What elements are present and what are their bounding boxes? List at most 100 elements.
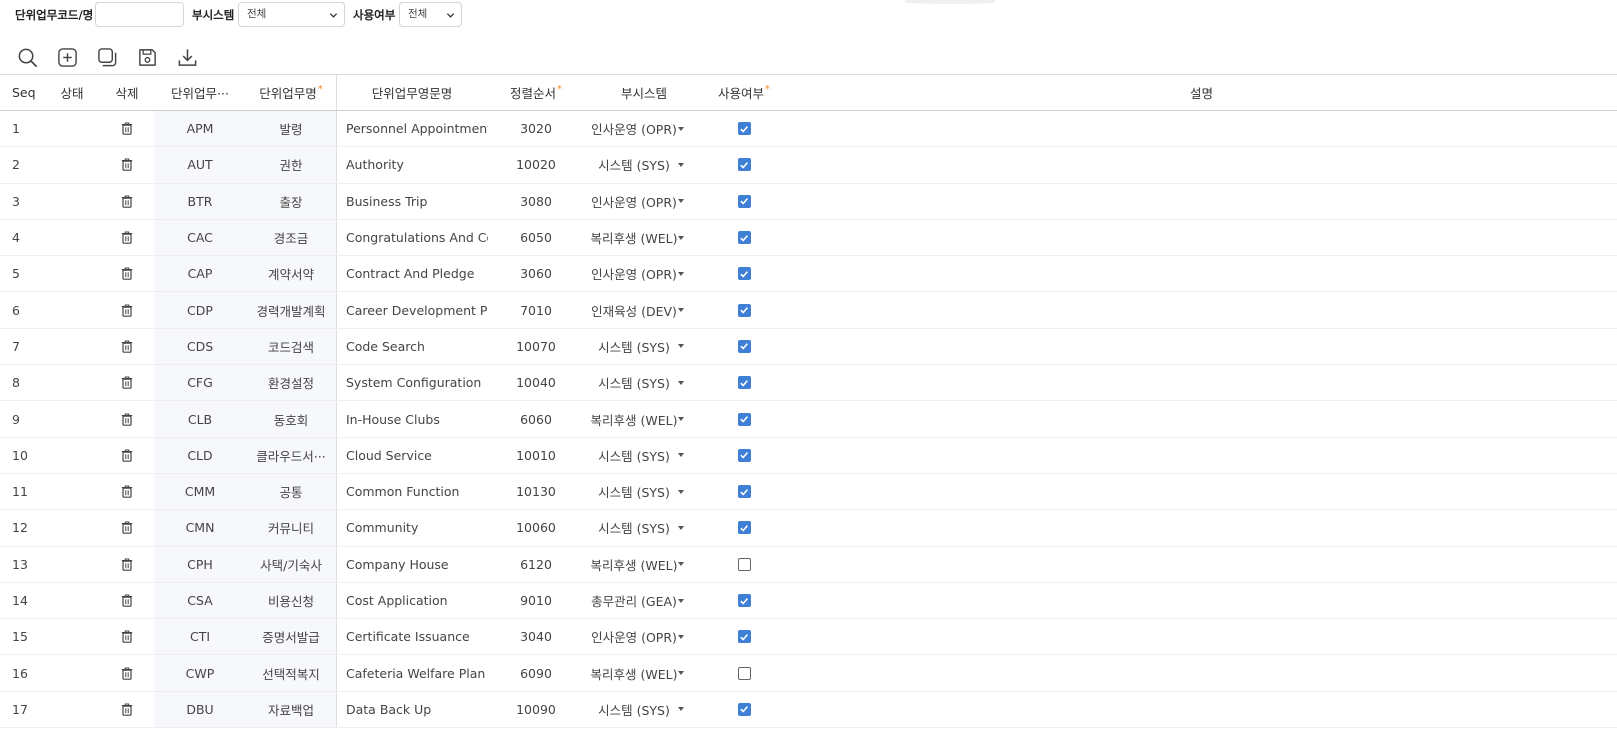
table-row[interactable]: 1 APM 발령 Personnel Appointments 3020 인사운영 (OP…	[0, 111, 1617, 148]
use-checkbox[interactable]	[718, 510, 770, 545]
cell-eng-name[interactable]: Data Back Up	[336, 692, 488, 727]
table-row[interactable]: 3 BTR 출장 Business Trip 3080 인사운영 (OPR)	[0, 183, 1617, 220]
cell-eng-name[interactable]: Cost Application	[336, 583, 488, 618]
cell-name[interactable]: 경력개발계획	[246, 292, 336, 327]
cell-sort-order[interactable]: 6090	[488, 655, 584, 690]
checkbox[interactable]	[737, 158, 751, 172]
table-row[interactable]: 5 CAP 계약서약 Contract And Pledge 3060 인사운영 (OPR…	[0, 256, 1617, 293]
use-checkbox[interactable]	[718, 220, 770, 255]
cell-code[interactable]: APM	[154, 111, 246, 146]
subsystem-dropdown[interactable]: 복리후생 (WEL)	[584, 655, 718, 690]
cell-desc[interactable]	[770, 365, 1617, 400]
cell-code[interactable]: CDP	[154, 292, 246, 327]
checkbox[interactable]	[737, 594, 751, 607]
checkbox[interactable]	[737, 448, 751, 462]
cell-name[interactable]: 계약서약	[246, 256, 336, 291]
checkbox[interactable]	[737, 339, 751, 353]
cell-code[interactable]: CPH	[154, 547, 246, 582]
cell-eng-name[interactable]: Common Function	[336, 474, 488, 509]
header-eng-name[interactable]: 단위업무영문명	[336, 75, 488, 110]
use-checkbox[interactable]	[718, 184, 770, 219]
use-checkbox[interactable]	[718, 329, 770, 364]
use-checkbox[interactable]	[718, 655, 770, 690]
table-row[interactable]: 16 CWP 선택적복지 Cafeteria Welfare Plan 6090 복리후생…	[0, 655, 1617, 692]
delete-row-button[interactable]	[100, 329, 154, 364]
checkbox[interactable]	[737, 231, 751, 245]
cell-sort-order[interactable]: 6120	[488, 547, 584, 582]
checkbox[interactable]	[737, 267, 751, 281]
cell-sort-order[interactable]: 10070	[488, 329, 584, 364]
use-checkbox[interactable]	[718, 583, 770, 618]
cell-sort-order[interactable]: 10040	[488, 365, 584, 400]
cell-name[interactable]: 사택/기숙사	[246, 547, 336, 582]
header-code[interactable]: 단위업무···	[154, 75, 246, 110]
subsystem-dropdown[interactable]: 총무관리 (GEA)	[584, 583, 718, 618]
cell-name[interactable]: 동호회	[246, 401, 336, 436]
delete-row-button[interactable]	[100, 111, 154, 146]
delete-row-button[interactable]	[100, 547, 154, 582]
subsystem-dropdown[interactable]: 복리후생 (WEL)	[584, 220, 718, 255]
copy-row-button[interactable]	[96, 46, 118, 68]
cell-desc[interactable]	[770, 547, 1617, 582]
cell-name[interactable]: 발령	[246, 111, 336, 146]
cell-sort-order[interactable]: 10090	[488, 692, 584, 727]
cell-sort-order[interactable]: 3060	[488, 256, 584, 291]
use-checkbox[interactable]	[718, 438, 770, 473]
cell-eng-name[interactable]: Authority	[336, 147, 488, 182]
table-row[interactable]: 4 CAC경조금Congratulations And Con···6050 복리후…	[0, 219, 1617, 257]
table-row[interactable]: 14 CSA 비용신청 Cost Application 9010 총무관리 (GEA)	[0, 582, 1617, 620]
subsystem-dropdown[interactable]: 시스템 (SYS)	[584, 438, 718, 473]
cell-code[interactable]: CLB	[154, 401, 246, 436]
cell-eng-name[interactable]: Code Search	[336, 329, 488, 364]
cell-code[interactable]: BTR	[154, 184, 246, 219]
table-row[interactable]: 15 CTI 증명서발급 Certificate Issuance 3040 인사운영 (…	[0, 619, 1617, 656]
checkbox[interactable]	[737, 122, 751, 136]
cell-code[interactable]: CAC	[154, 220, 246, 255]
subsystem-dropdown[interactable]: 복리후생 (WEL)	[584, 401, 718, 436]
header-subsystem[interactable]: 부시스템	[584, 75, 718, 110]
subsystem-filter-select[interactable]: 전체	[238, 2, 345, 27]
cell-code[interactable]: CDS	[154, 329, 246, 364]
subsystem-dropdown[interactable]: 시스템 (SYS)	[584, 329, 718, 364]
checkbox[interactable]	[737, 521, 751, 535]
checkbox[interactable]	[737, 557, 751, 571]
delete-row-button[interactable]	[100, 655, 154, 690]
cell-sort-order[interactable]: 10130	[488, 474, 584, 509]
header-seq[interactable]: Seq	[0, 75, 44, 110]
cell-name[interactable]: 출장	[246, 184, 336, 219]
checkbox[interactable]	[737, 485, 751, 499]
delete-row-button[interactable]	[100, 184, 154, 219]
cell-sort-order[interactable]: 10010	[488, 438, 584, 473]
cell-eng-name[interactable]: System Configuration	[336, 365, 488, 400]
cell-name[interactable]: 클라우드서···	[246, 438, 336, 473]
cell-eng-name[interactable]: Career Development Pla···	[336, 292, 488, 327]
checkbox[interactable]	[737, 702, 751, 716]
use-checkbox[interactable]	[718, 292, 770, 327]
use-checkbox[interactable]	[718, 474, 770, 509]
cell-eng-name[interactable]: Contract And Pledge	[336, 256, 488, 291]
save-button[interactable]	[136, 46, 158, 68]
header-state[interactable]: 상태	[44, 75, 100, 110]
cell-desc[interactable]	[770, 220, 1617, 255]
subsystem-dropdown[interactable]: 복리후생 (WEL)	[584, 547, 718, 582]
delete-row-button[interactable]	[100, 474, 154, 509]
checkbox[interactable]	[737, 194, 751, 208]
delete-row-button[interactable]	[100, 692, 154, 727]
use-checkbox[interactable]	[718, 147, 770, 182]
cell-sort-order[interactable]: 9010	[488, 583, 584, 618]
table-row[interactable]: 13 CPH 사택/기숙사 Company House 6120 복리후생 (WEL)	[0, 546, 1617, 583]
cell-desc[interactable]	[770, 510, 1617, 545]
cell-desc[interactable]	[770, 184, 1617, 219]
checkbox[interactable]	[737, 376, 751, 390]
cell-name[interactable]: 커뮤니티	[246, 510, 336, 545]
cell-sort-order[interactable]: 3020	[488, 111, 584, 146]
header-delete[interactable]: 삭제	[100, 75, 154, 110]
cell-eng-name[interactable]: Cafeteria Welfare Plan	[336, 655, 488, 690]
subsystem-dropdown[interactable]: 시스템 (SYS)	[584, 365, 718, 400]
checkbox[interactable]	[737, 666, 751, 680]
use-checkbox[interactable]	[718, 692, 770, 727]
cell-desc[interactable]	[770, 401, 1617, 436]
delete-row-button[interactable]	[100, 401, 154, 436]
delete-row-button[interactable]	[100, 510, 154, 545]
cell-desc[interactable]	[770, 256, 1617, 291]
